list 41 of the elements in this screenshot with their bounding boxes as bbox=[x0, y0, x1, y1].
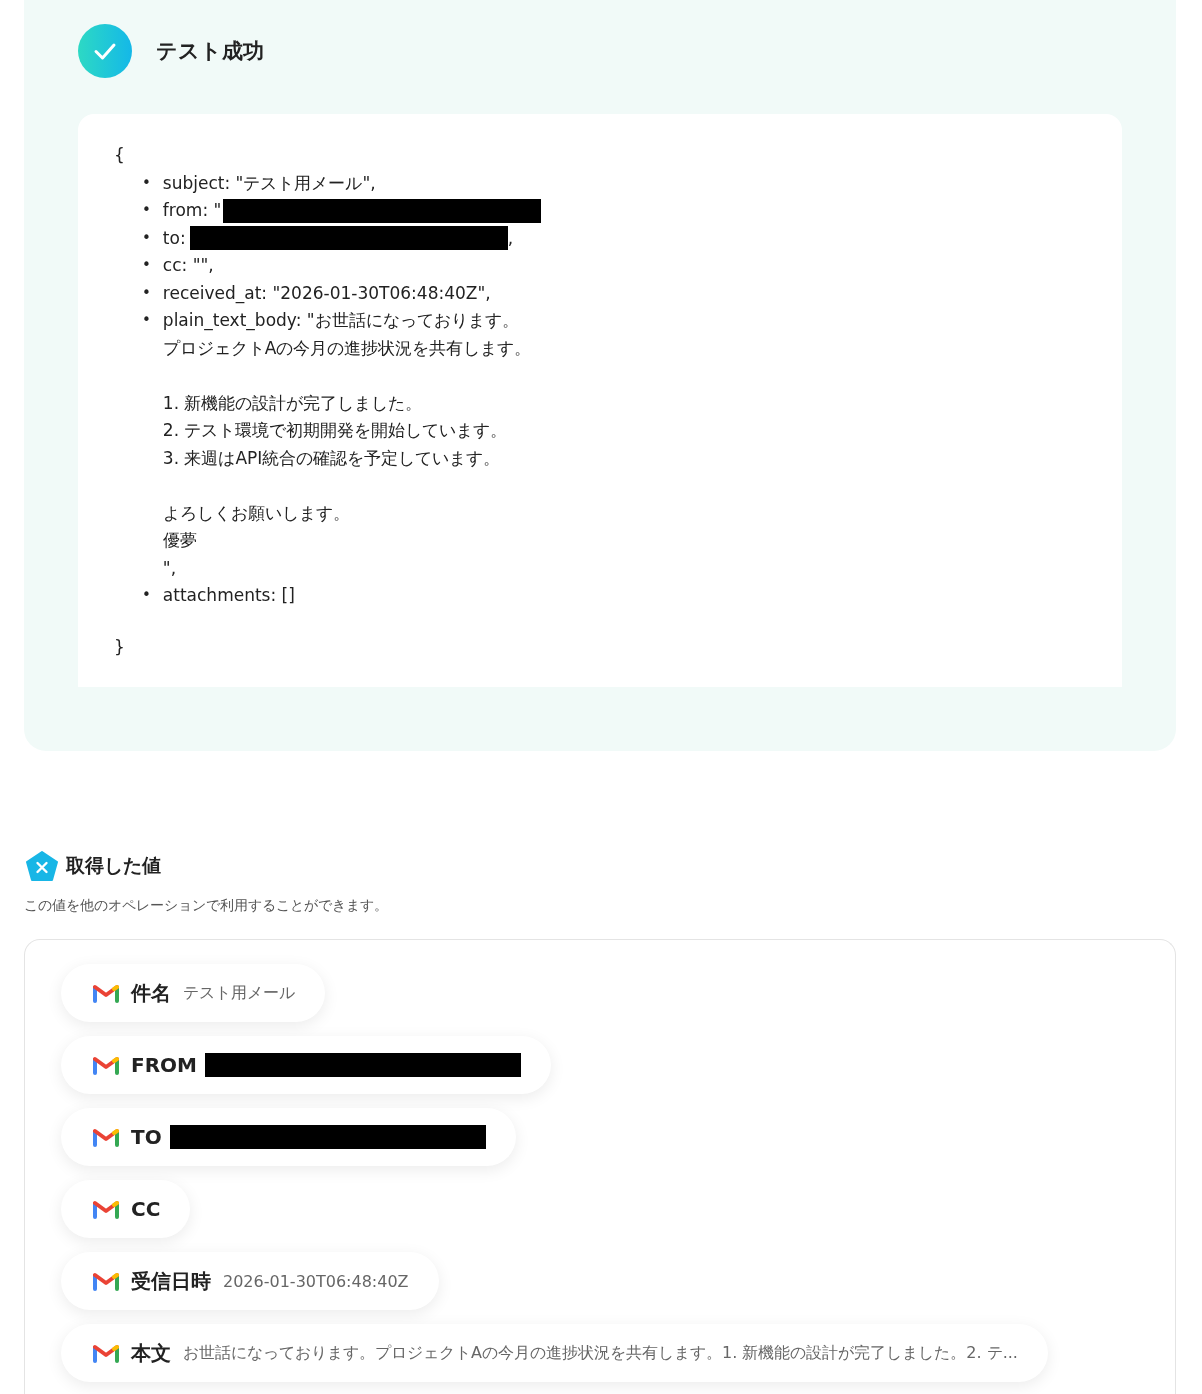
bullet-text: • bbox=[142, 310, 151, 331]
result-title: テスト成功 bbox=[156, 38, 264, 65]
bullet-text: • bbox=[142, 172, 151, 194]
mail-icon bbox=[93, 1199, 119, 1219]
value-chip[interactable]: CC bbox=[61, 1180, 191, 1238]
mail-icon bbox=[93, 1127, 119, 1147]
field-text: to: bbox=[162, 226, 186, 250]
field-text: 1. 新機能の設計が完了しました。 bbox=[162, 391, 423, 415]
bullet-text: • bbox=[142, 282, 151, 304]
field-text: ", bbox=[162, 556, 177, 580]
section-description: この値を他のオペレーションで利用することができます。 bbox=[24, 897, 389, 915]
field-text: received_at: "2026-01-30T06:48:40Z", bbox=[162, 281, 491, 306]
value-chip[interactable]: TO bbox=[61, 1108, 516, 1166]
value-chip[interactable]: 件名 テスト用メール bbox=[61, 964, 325, 1022]
field-text: プロジェクトAの今月の進捗状況を共有します。 bbox=[162, 336, 532, 360]
mail-icon bbox=[93, 983, 119, 1003]
mail-icon bbox=[93, 1055, 119, 1075]
field-text: attachments: [] bbox=[162, 584, 295, 607]
value-chip[interactable]: 本文 お世話になっております。プロジェクトAの今月の進捗状況を共有します。1. 新機能の設計が完了しました。2. テ... bbox=[61, 1324, 1048, 1382]
value-chip[interactable]: FROM bbox=[61, 1036, 551, 1094]
check-icon bbox=[78, 24, 132, 78]
value-chip[interactable]: 受信日時 2026-01-30T06:48:40Z bbox=[61, 1252, 439, 1310]
field-text: 優夢 bbox=[162, 529, 197, 552]
mail-icon bbox=[93, 1271, 119, 1291]
variable-icon bbox=[26, 851, 58, 881]
brace-text: } bbox=[114, 635, 126, 659]
field-text: 2. テスト環境で初期開発を開始しています。 bbox=[162, 419, 508, 442]
bullet-text: • bbox=[142, 200, 151, 221]
bullet-text: • bbox=[142, 255, 151, 276]
bullet-text: • bbox=[142, 585, 151, 606]
section-title: 取得した値 bbox=[66, 853, 161, 878]
brace-text: { bbox=[114, 144, 126, 167]
field-text: よろしくお願いします。 bbox=[162, 501, 350, 525]
field-text: cc: "", bbox=[162, 254, 214, 277]
mail-icon bbox=[93, 1343, 119, 1363]
bullet-text: • bbox=[142, 227, 151, 249]
field-text: from: " bbox=[162, 199, 222, 222]
field-text: plain_text_body: "お世話になっております。 bbox=[162, 309, 519, 333]
field-text: subject: "テスト用メール", bbox=[162, 171, 376, 195]
field-text: , bbox=[507, 226, 514, 250]
field-text: 3. 来週はAPI統合の確認を予定しています。 bbox=[162, 446, 501, 470]
